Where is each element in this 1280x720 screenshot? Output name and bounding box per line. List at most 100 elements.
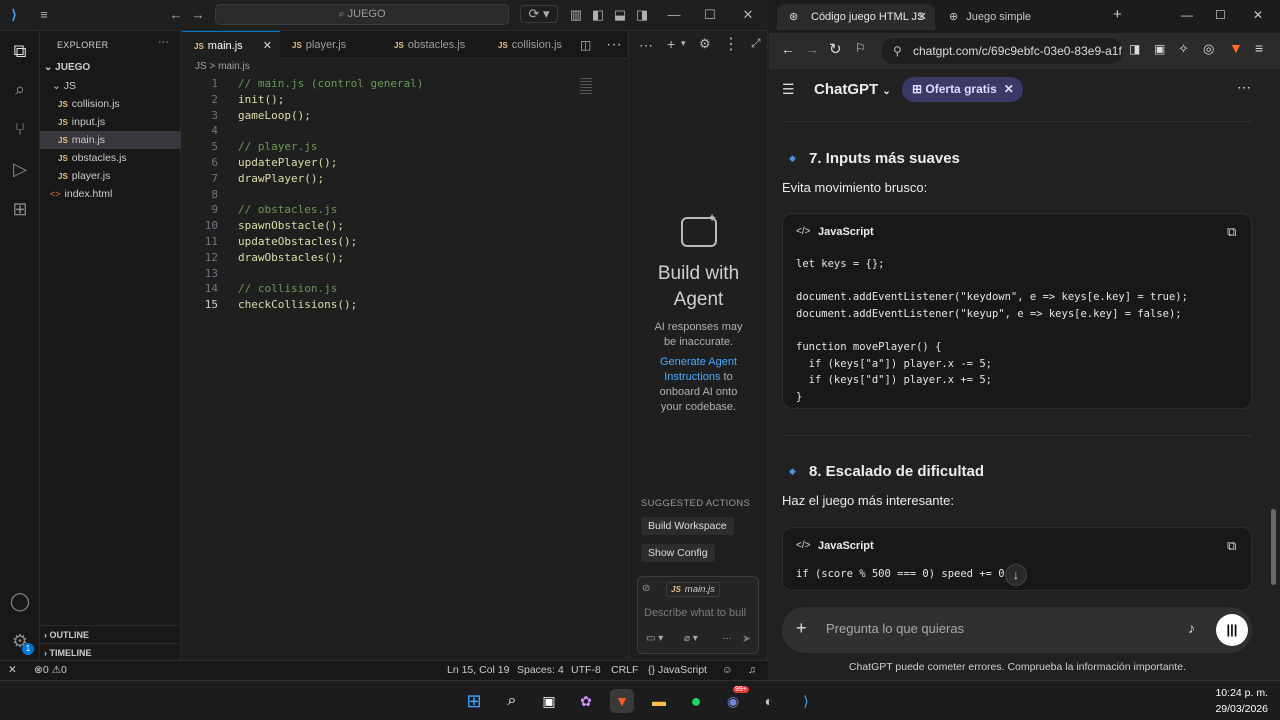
chat-composer[interactable]: + Pregunta lo que quieras ♪ ||| xyxy=(782,607,1252,653)
code-line[interactable]: drawObstacles(); xyxy=(238,251,344,264)
attach-icon[interactable]: ⊘ xyxy=(642,583,650,594)
search-icon[interactable]: ⌕ xyxy=(500,689,524,713)
context-file-chip[interactable]: JS main.js xyxy=(666,582,720,597)
chevron-down-icon[interactable]: ▾ xyxy=(681,38,686,49)
model-switcher[interactable]: ChatGPT ⌄ xyxy=(814,81,891,98)
copilot-status-icon[interactable]: ☺ xyxy=(722,664,733,676)
code-line[interactable]: updatePlayer(); xyxy=(238,156,337,169)
minimap[interactable] xyxy=(580,78,592,96)
clock-date[interactable]: 29/03/2026 xyxy=(1204,703,1268,715)
browser-tab-2[interactable]: ⊕ Juego simple xyxy=(949,4,1031,30)
source-control-icon[interactable]: ⑂ xyxy=(8,117,32,141)
code-line[interactable]: // obstacles.js xyxy=(238,203,337,216)
tab-player[interactable]: JS player.js xyxy=(280,31,382,59)
tab-main[interactable]: JS main.js ✕ xyxy=(182,31,280,59)
vpn-icon[interactable]: ◎ xyxy=(1203,41,1214,57)
minimize-icon[interactable]: — xyxy=(666,7,682,23)
more-actions-icon[interactable]: ··· xyxy=(722,633,732,644)
voice-mode-icon[interactable]: ||| xyxy=(1216,614,1248,646)
code-line[interactable]: spawnObstacle(); xyxy=(238,219,344,232)
copy-icon[interactable]: ⧉ xyxy=(1227,538,1236,554)
layout-icon[interactable]: ▥ xyxy=(568,7,584,23)
instructions-link[interactable]: Instructions xyxy=(664,371,720,383)
more-options-icon[interactable]: ⋯ xyxy=(1237,79,1251,96)
close-tab-icon[interactable]: ✕ xyxy=(918,4,927,30)
close-icon[interactable]: ✕ xyxy=(1004,77,1014,102)
sidebar-toggle-icon[interactable]: ☰ xyxy=(782,81,795,98)
spotify-icon[interactable]: ● xyxy=(684,689,708,713)
tree-file-main[interactable]: JS main.js xyxy=(40,131,181,149)
forward-arrow-icon[interactable]: → xyxy=(190,7,206,23)
indentation[interactable]: Spaces: 4 xyxy=(517,664,564,676)
maximize-icon[interactable]: ☐ xyxy=(1215,8,1226,22)
tree-file-input[interactable]: JS input.js xyxy=(40,113,181,131)
build-workspace-button[interactable]: Build Workspace xyxy=(641,517,734,535)
model-picker-icon[interactable]: ⌀ ▾ xyxy=(684,633,698,644)
explorer-icon[interactable]: ⧉ xyxy=(8,39,32,63)
tree-file-player[interactable]: JS player.js xyxy=(40,167,181,185)
tab-collision[interactable]: JS collision.js xyxy=(486,31,586,59)
end-of-line[interactable]: CRLF xyxy=(611,664,638,676)
generate-instructions-link[interactable]: Generate Agent xyxy=(629,356,768,368)
show-config-button[interactable]: Show Config xyxy=(641,544,715,562)
site-settings-icon[interactable]: ⚲ xyxy=(893,38,902,64)
encoding[interactable]: UTF-8 xyxy=(571,664,601,676)
notifications-icon[interactable]: ♫ xyxy=(748,664,756,676)
split-editor-icon[interactable]: ◫ xyxy=(580,38,591,52)
task-view-icon[interactable]: ▣ xyxy=(537,689,561,713)
back-arrow-icon[interactable]: ← xyxy=(168,7,184,23)
github-desktop-icon[interactable]: ◐ xyxy=(757,689,781,713)
vscode-taskbar-icon[interactable]: ⟩ xyxy=(794,689,818,713)
problems-indicator[interactable]: ⊗0 ⚠0 xyxy=(34,664,67,676)
scroll-down-icon[interactable]: ↓ xyxy=(1005,564,1027,586)
send-icon[interactable]: ➤ xyxy=(742,632,751,645)
settings-gear-icon[interactable]: ⚙ xyxy=(699,36,711,52)
agent-input-box[interactable]: ⊘ JS main.js Describe what to buil ▭ ▾ ⌀ … xyxy=(637,576,759,654)
more-actions-icon[interactable]: ··· xyxy=(606,36,622,54)
cursor-position[interactable]: Ln 15, Col 19 xyxy=(447,664,509,676)
reload-icon[interactable]: ↻ xyxy=(829,40,842,58)
code-line[interactable]: // player.js xyxy=(238,140,317,153)
browser-menu-icon[interactable]: ≡ xyxy=(1255,40,1263,56)
more-actions-icon[interactable]: ⋯ xyxy=(639,37,653,54)
extensions-icon[interactable]: ⊞ xyxy=(8,197,32,221)
minimize-icon[interactable]: — xyxy=(1181,8,1193,22)
timeline-section[interactable]: › TIMELINE xyxy=(40,643,181,661)
run-debug-icon[interactable]: ▷ xyxy=(8,157,32,181)
maximize-panel-icon[interactable]: ⤢ xyxy=(751,36,761,51)
tree-file-obstacles[interactable]: JS obstacles.js xyxy=(40,149,181,167)
tree-folder-js[interactable]: ⌄ JS xyxy=(40,77,181,95)
offer-badge[interactable]: ⊞ Oferta gratis ✕ xyxy=(902,77,1023,102)
remote-icon[interactable]: ✕ xyxy=(8,664,17,676)
plus-icon[interactable]: + xyxy=(796,618,807,639)
command-search[interactable]: ⌕ JUEGO xyxy=(215,4,509,25)
copy-icon[interactable]: ⧉ xyxy=(1227,224,1236,240)
agent-mode-icon[interactable]: ▭ ▾ xyxy=(646,633,663,644)
forward-arrow-icon[interactable]: → xyxy=(805,41,819,57)
microphone-icon[interactable]: ♪ xyxy=(1188,620,1195,636)
brave-browser-icon[interactable]: ▼ xyxy=(610,689,634,713)
start-icon[interactable]: ⊞ xyxy=(462,689,486,713)
code-line[interactable]: updateObstacles(); xyxy=(238,235,357,248)
more-actions-icon[interactable]: ··· xyxy=(158,36,169,48)
close-icon[interactable]: ✕ xyxy=(1253,8,1263,22)
search-icon[interactable]: ⌕ xyxy=(8,77,32,101)
close-icon[interactable]: ✕ xyxy=(740,7,756,23)
code-line[interactable]: checkCollisions(); xyxy=(238,298,357,311)
scrollbar-thumb[interactable] xyxy=(1271,509,1276,585)
code-line[interactable]: drawPlayer(); xyxy=(238,172,324,185)
tree-folder-juego[interactable]: ⌄ JUEGO xyxy=(40,59,181,77)
toggle-panel-icon[interactable]: ⬓ xyxy=(612,7,628,23)
new-chat-icon[interactable]: + xyxy=(667,36,675,52)
outline-section[interactable]: › OUTLINE xyxy=(40,625,181,643)
account-icon[interactable]: ◯ xyxy=(8,589,32,613)
browser-tab-active[interactable]: ⊛ Código juego HTML JS ✕ xyxy=(777,4,935,30)
code-line[interactable]: // collision.js xyxy=(238,282,337,295)
wallet-icon[interactable]: ▣ xyxy=(1154,42,1165,56)
clock-time[interactable]: 10:24 p. m. xyxy=(1214,687,1268,699)
brave-shields-icon[interactable]: ▼ xyxy=(1229,40,1243,56)
toggle-sidebar-icon[interactable]: ◧ xyxy=(590,7,606,23)
maximize-icon[interactable]: ☐ xyxy=(702,7,718,23)
close-tab-icon[interactable]: ✕ xyxy=(263,32,272,60)
code-line[interactable]: gameLoop(); xyxy=(238,109,311,122)
